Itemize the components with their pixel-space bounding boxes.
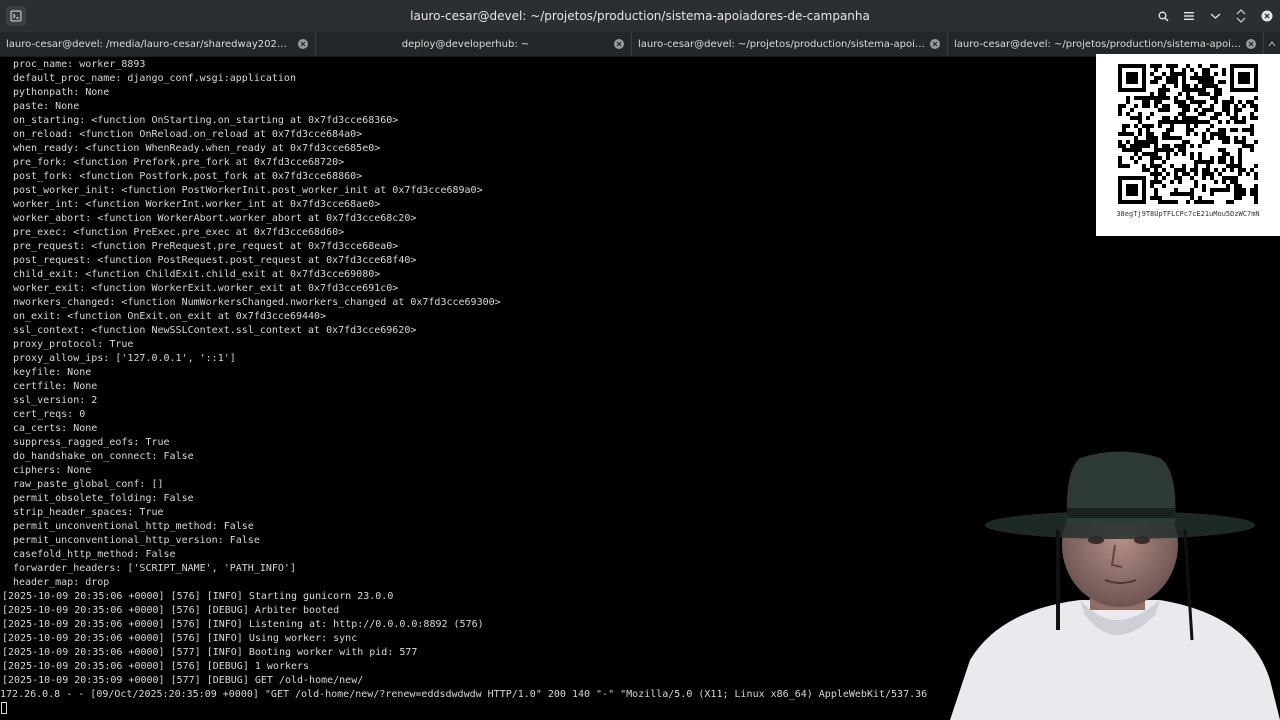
config-line: pre_request: <function PreRequest.pre_re… (13, 241, 399, 252)
config-line: proxy_allow_ips: ['127.0.0.1', '::1'] (13, 353, 236, 364)
config-line: child_exit: <function ChildExit.child_ex… (13, 269, 381, 280)
tab-django-pack[interactable]: lauro-cesar@devel: /media/lauro-cesar/sh… (0, 32, 316, 56)
config-line: worker_exit: <function WorkerExit.worker… (13, 283, 399, 294)
tab-label: lauro-cesar@devel: /media/lauro-cesar/sh… (6, 38, 293, 50)
config-line: paste: None (13, 101, 80, 112)
tab-label: deploy@developerhub: ~ (401, 38, 530, 50)
config-line: post_worker_init: <function PostWorkerIn… (13, 185, 483, 196)
hamburger-menu-icon[interactable] (1182, 9, 1196, 23)
config-line: keyfile: None (13, 367, 92, 378)
close-icon[interactable] (1260, 9, 1274, 23)
config-line: pre_exec: <function PreExec.pre_exec at … (13, 227, 345, 238)
tab-scroll-icon[interactable] (1264, 32, 1280, 56)
terminal-scrollbar[interactable] (1272, 57, 1280, 720)
webcam-person-image (950, 451, 1280, 720)
config-line: cert_reqs: 0 (13, 409, 86, 420)
screen: lauro-cesar@devel: ~/projetos/production… (0, 0, 1280, 720)
terminal-cursor (1, 702, 7, 714)
qr-code-overlay: 38egTj9T8UpTFLCPc7cE21uMou5DzWC7mN (1096, 54, 1280, 236)
window-controls (1156, 0, 1274, 32)
keep-above-icon[interactable] (1234, 9, 1248, 23)
config-line: proc_name: worker_8893 (13, 59, 146, 70)
tab-sistema-apoiadores-1[interactable]: lauro-cesar@devel: ~/projetos/production… (632, 32, 948, 56)
search-icon[interactable] (1156, 9, 1170, 23)
config-line: worker_abort: <function WorkerAbort.work… (13, 213, 417, 224)
qr-caption: 38egTj9T8UpTFLCPc7cE21uMou5DzWC7mN (1116, 210, 1260, 218)
config-line: worker_int: <function WorkerInt.worker_i… (13, 199, 381, 210)
config-line: ssl_version: 2 (13, 395, 98, 406)
tab-close-icon[interactable] (297, 38, 309, 50)
tab-sistema-apoiadores-2[interactable]: lauro-cesar@devel: ~/projetos/production… (948, 32, 1264, 56)
config-line: on_reload: <function OnReload.on_reload … (13, 129, 363, 140)
config-line: post_fork: <function Postfork.post_fork … (13, 171, 363, 182)
config-line: default_proc_name: django_conf.wsgi:appl… (13, 73, 296, 84)
tab-close-icon[interactable] (613, 38, 625, 50)
chevron-down-icon[interactable] (1208, 9, 1222, 23)
config-line: ssl_context: <function NewSSLContext.ssl… (13, 325, 417, 336)
config-line: post_request: <function PostRequest.post… (13, 255, 417, 266)
qr-code-image (1118, 64, 1258, 204)
config-line: on_starting: <function OnStarting.on_sta… (13, 115, 399, 126)
config-line: nworkers_changed: <function NumWorkersCh… (13, 297, 501, 308)
config-line: certfile: None (13, 381, 98, 392)
config-line: proxy_protocol: True (13, 339, 134, 350)
terminal-app-icon[interactable] (6, 6, 26, 26)
config-line: pre_fork: <function Prefork.pre_fork at … (13, 157, 345, 168)
config-line: on_exit: <function OnExit.on_exit at 0x7… (13, 311, 327, 322)
tab-close-icon[interactable] (1245, 38, 1257, 50)
config-line: ca_certs: None (13, 423, 98, 434)
tab-label: lauro-cesar@devel: ~/projetos/production… (954, 38, 1241, 50)
tab-bar: lauro-cesar@devel: /media/lauro-cesar/sh… (0, 32, 1280, 57)
config-line: when_ready: <function WhenReady.when_rea… (13, 143, 381, 154)
webcam-overlay (930, 440, 1280, 720)
tab-label: lauro-cesar@devel: ~/projetos/production… (638, 38, 925, 50)
window-titlebar[interactable]: lauro-cesar@devel: ~/projetos/production… (0, 0, 1280, 32)
config-line: pythonpath: None (13, 87, 110, 98)
window-title: lauro-cesar@devel: ~/projetos/production… (410, 9, 870, 23)
tab-deploy-developerhub[interactable]: deploy@developerhub: ~ (316, 32, 632, 56)
tab-close-icon[interactable] (929, 38, 941, 50)
